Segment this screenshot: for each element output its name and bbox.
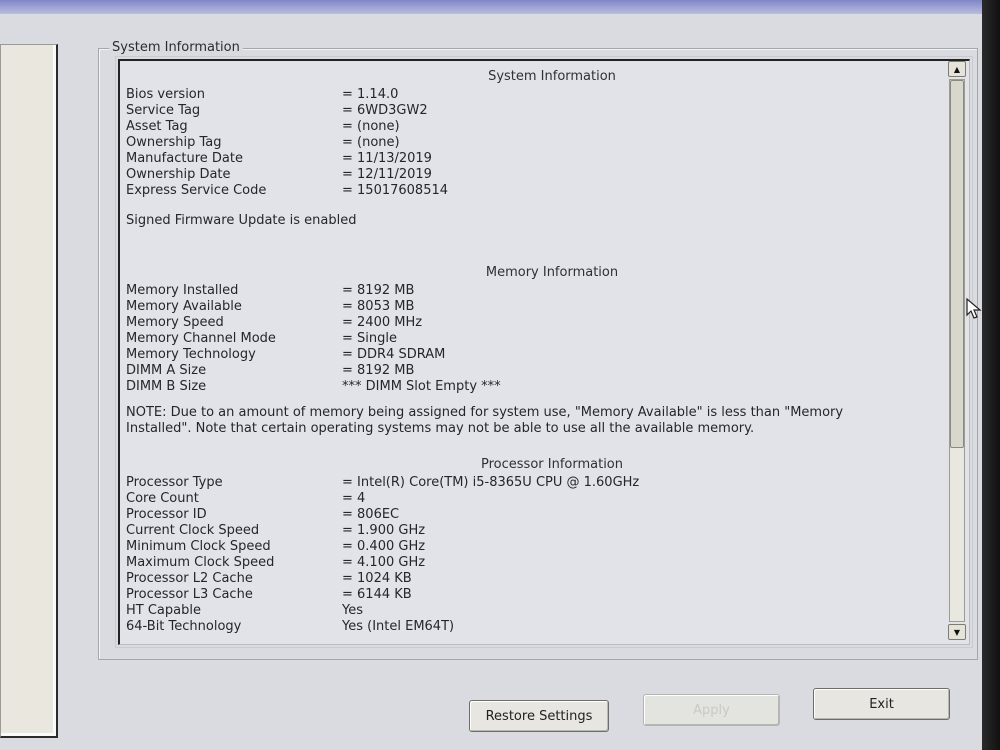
processor-info-row: Minimum Clock Speed = 0.400 GHz [126, 539, 938, 555]
scrollbar-track[interactable] [949, 79, 965, 622]
field-value: = 806EC [342, 507, 400, 522]
memory-info-row: Memory Installed = 8192 MB [126, 283, 938, 299]
field-label: Memory Speed [126, 315, 224, 330]
processor-info-row: Processor L2 Cache = 1024 KB [126, 571, 938, 587]
processor-info-row: Maximum Clock Speed = 4.100 GHz [126, 555, 938, 571]
field-value: = (none) [342, 135, 400, 150]
field-value: = 2400 MHz [342, 315, 423, 330]
field-value: = Single [342, 331, 397, 346]
info-content: System Information Bios version = 1.14.0 S… [126, 69, 938, 635]
processor-info-row: 64-Bit Technology Yes (Intel EM64T) [126, 619, 938, 635]
processor-info-row: Core Count = 4 [126, 491, 938, 507]
groupbox-title: System Information [109, 40, 243, 55]
system-info-row: Ownership Tag = (none) [126, 135, 938, 151]
processor-info-row: Processor ID = 806EC [126, 507, 938, 523]
triangle-down-icon: ▼ [953, 627, 961, 637]
system-info-row: Bios version = 1.14.0 [126, 87, 938, 103]
info-panel-frame: System Information Bios version = 1.14.0 S… [115, 56, 973, 648]
field-label: Processor L3 Cache [126, 587, 253, 602]
processor-info-row: Processor Type = Intel(R) Core(TM) i5-836… [126, 475, 938, 491]
field-label: Processor ID [126, 507, 207, 522]
system-info-row: Asset Tag = (none) [126, 119, 938, 135]
settings-navigation-tree[interactable] [0, 44, 58, 738]
processor-info-row: Processor L3 Cache = 6144 KB [126, 587, 938, 603]
field-value: = 8053 MB [342, 299, 415, 314]
vertical-scrollbar[interactable]: ▲ ▼ [947, 61, 967, 644]
memory-note: NOTE: Due to an amount of memory being a… [126, 405, 844, 436]
field-value: = 1.14.0 [342, 87, 399, 102]
system-info-row: Manufacture Date = 11/13/2019 [126, 151, 938, 167]
memory-section-title: Memory Information [485, 265, 619, 280]
restore-settings-button[interactable]: Restore Settings [469, 700, 609, 732]
system-info-row: Express Service Code = 15017608514 [126, 183, 938, 199]
monitor-bezel [982, 0, 1000, 750]
field-value: Yes (Intel EM64T) [342, 619, 455, 634]
field-label: Ownership Tag [126, 135, 222, 150]
field-label: Current Clock Speed [126, 523, 260, 538]
field-label: Asset Tag [126, 119, 188, 134]
field-label: Manufacture Date [126, 151, 243, 166]
memory-info-list: Memory Installed = 8192 MB Memory Availabl… [126, 283, 938, 395]
scrollbar-thumb[interactable] [950, 80, 964, 448]
field-value: *** DIMM Slot Empty *** [342, 379, 501, 394]
system-info-row: Service Tag = 6WD3GW2 [126, 103, 938, 119]
field-label: Memory Installed [126, 283, 239, 298]
system-information-groupbox: System Information System Information Bi… [98, 40, 978, 660]
field-label: Processor L2 Cache [126, 571, 253, 586]
field-label: Maximum Clock Speed [126, 555, 275, 570]
field-label: Memory Channel Mode [126, 331, 276, 346]
field-value: = 12/11/2019 [342, 167, 432, 182]
exit-button[interactable]: Exit [813, 688, 950, 720]
processor-section-title: Processor Information [481, 457, 623, 472]
field-value: = (none) [342, 119, 400, 134]
field-label: HT Capable [126, 603, 201, 618]
field-label: DIMM B Size [126, 379, 207, 394]
field-value: = 6WD3GW2 [342, 103, 428, 118]
field-value: = 11/13/2019 [342, 151, 432, 166]
field-label: DIMM A Size [126, 363, 207, 378]
field-value: = 0.400 GHz [342, 539, 426, 554]
triangle-up-icon: ▲ [953, 64, 961, 74]
memory-info-row: Memory Technology = DDR4 SDRAM [126, 347, 938, 363]
field-value: = 6144 KB [342, 587, 412, 602]
memory-info-row: Memory Channel Mode = Single [126, 331, 938, 347]
memory-info-row: Memory Speed = 2400 MHz [126, 315, 938, 331]
field-label: Service Tag [126, 103, 201, 118]
field-label: Ownership Date [126, 167, 231, 182]
field-value: = Intel(R) Core(TM) i5-8365U CPU @ 1.60G… [342, 475, 640, 490]
apply-button[interactable]: Apply [643, 694, 780, 726]
field-value: = 8192 MB [342, 283, 415, 298]
mouse-pointer-icon [966, 298, 982, 319]
firmware-status-text: Signed Firmware Update is enabled [126, 213, 357, 228]
processor-info-row: Current Clock Speed = 1.900 GHz [126, 523, 938, 539]
field-label: Memory Available [126, 299, 242, 314]
memory-info-row: DIMM B Size *** DIMM Slot Empty *** [126, 379, 938, 395]
system-info-row: Ownership Date = 12/11/2019 [126, 167, 938, 183]
field-label: Core Count [126, 491, 199, 506]
field-label: Minimum Clock Speed [126, 539, 271, 554]
memory-info-row: Memory Available = 8053 MB [126, 299, 938, 315]
scroll-down-button[interactable]: ▼ [948, 624, 966, 640]
scroll-up-button[interactable]: ▲ [948, 61, 966, 77]
field-label: Express Service Code [126, 183, 267, 198]
field-value: = 4.100 GHz [342, 555, 426, 570]
field-label: Bios version [126, 87, 206, 102]
processor-info-list: Processor Type = Intel(R) Core(TM) i5-836… [126, 475, 938, 635]
field-value: = 1024 KB [342, 571, 412, 586]
field-label: Processor Type [126, 475, 223, 490]
field-label: 64-Bit Technology [126, 619, 242, 634]
processor-info-row: HT Capable Yes [126, 603, 938, 619]
field-value: = 1.900 GHz [342, 523, 426, 538]
field-value: = 15017608514 [342, 183, 449, 198]
top-title-strip [0, 0, 1000, 14]
field-value: Yes [342, 603, 363, 618]
system-section-title: System Information [488, 69, 616, 84]
field-value: = 8192 MB [342, 363, 415, 378]
field-value: = 4 [342, 491, 366, 506]
system-info-list: Bios version = 1.14.0 Service Tag = 6WD3GW2… [126, 87, 938, 199]
info-scroll-area[interactable]: System Information Bios version = 1.14.0 S… [118, 59, 970, 645]
field-value: = DDR4 SDRAM [342, 347, 446, 362]
memory-info-row: DIMM A Size = 8192 MB [126, 363, 938, 379]
field-label: Memory Technology [126, 347, 256, 362]
